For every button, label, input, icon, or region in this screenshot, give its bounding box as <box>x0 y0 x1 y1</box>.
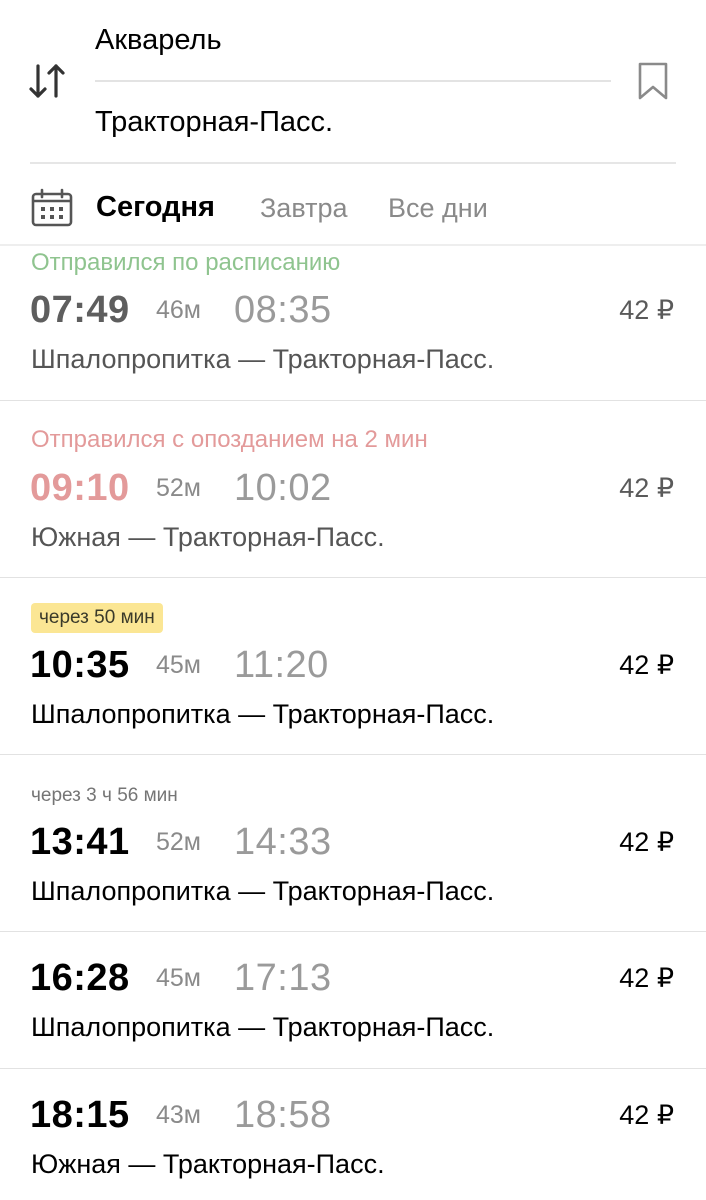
trip-route: Шпалопропитка — Тракторная-Пасс. <box>31 344 495 374</box>
trip-row[interactable]: 16:28 45м 17:13 42 ₽ Шпалопропитка — Тра… <box>0 932 706 1069</box>
departs-in-badge: через 50 мин <box>31 603 163 633</box>
tab-tomorrow[interactable]: Завтра <box>260 190 347 226</box>
arrival-time: 08:35 <box>234 289 332 331</box>
trip-row[interactable]: 18:15 43м 18:58 42 ₽ Южная — Тракторная-… <box>0 1069 706 1200</box>
trip-price: 42 ₽ <box>619 295 674 325</box>
route-header: Акварель Тракторная-Пасс. <box>0 0 706 165</box>
tab-all-days[interactable]: Все дни <box>388 190 488 226</box>
calendar-icon <box>31 188 73 227</box>
trip-duration: 45м <box>156 651 201 679</box>
departure-time: 16:28 <box>30 957 130 999</box>
trip-route: Шпалопропитка — Тракторная-Пасс. <box>31 699 495 729</box>
swap-stations-button[interactable] <box>24 58 70 104</box>
arrival-time: 18:58 <box>234 1094 332 1136</box>
trip-route: Шпалопропитка — Тракторная-Пасс. <box>31 1012 495 1042</box>
trip-duration: 52м <box>156 474 201 502</box>
arrival-station-field[interactable]: Тракторная-Пасс. <box>95 104 611 140</box>
departure-time: 18:15 <box>30 1094 130 1136</box>
trip-price: 42 ₽ <box>619 473 674 503</box>
swap-arrows-icon <box>29 64 65 98</box>
trip-row[interactable]: Отправился по расписанию 07:49 46м 08:35… <box>0 246 706 401</box>
trip-route: Шпалопропитка — Тракторная-Пасс. <box>31 876 495 906</box>
arrival-time: 11:20 <box>234 644 329 686</box>
trip-row[interactable]: Отправился с опозданием на 2 мин 09:10 5… <box>0 401 706 578</box>
header-divider <box>30 162 676 164</box>
departure-time: 10:35 <box>30 644 130 686</box>
station-fields-divider <box>95 80 611 82</box>
trip-duration: 46м <box>156 296 201 324</box>
trip-price: 42 ₽ <box>619 650 674 680</box>
bookmark-icon <box>638 62 668 100</box>
bookmark-button[interactable] <box>632 58 674 104</box>
arrival-time: 14:33 <box>234 821 332 863</box>
tab-today[interactable]: Сегодня <box>96 189 215 225</box>
trip-price: 42 ₽ <box>619 963 674 993</box>
trip-status: Отправился с опозданием на 2 мин <box>31 426 428 453</box>
trip-route: Южная — Тракторная-Пасс. <box>31 522 385 552</box>
departure-time: 07:49 <box>30 289 130 331</box>
trip-price: 42 ₽ <box>619 827 674 857</box>
calendar-button[interactable] <box>30 188 76 228</box>
trip-route: Южная — Тракторная-Пасс. <box>31 1149 385 1179</box>
trip-status: Отправился по расписанию <box>31 249 341 276</box>
trip-price: 42 ₽ <box>619 1100 674 1130</box>
departure-station-field[interactable]: Акварель <box>95 22 611 58</box>
arrival-time: 10:02 <box>234 467 332 509</box>
arrival-time: 17:13 <box>234 957 332 999</box>
trip-duration: 45м <box>156 964 201 992</box>
departs-in-label: через 3 ч 56 мин <box>31 785 178 806</box>
day-tabs: Сегодня Завтра Все дни <box>0 180 706 238</box>
trip-row[interactable]: через 3 ч 56 мин 13:41 52м 14:33 42 ₽ Шп… <box>0 755 706 932</box>
departure-time: 09:10 <box>30 467 130 509</box>
departure-time: 13:41 <box>30 821 130 863</box>
trip-duration: 43м <box>156 1101 201 1129</box>
trip-duration: 52м <box>156 828 201 856</box>
trip-row[interactable]: через 50 мин 10:35 45м 11:20 42 ₽ Шпалоп… <box>0 578 706 755</box>
